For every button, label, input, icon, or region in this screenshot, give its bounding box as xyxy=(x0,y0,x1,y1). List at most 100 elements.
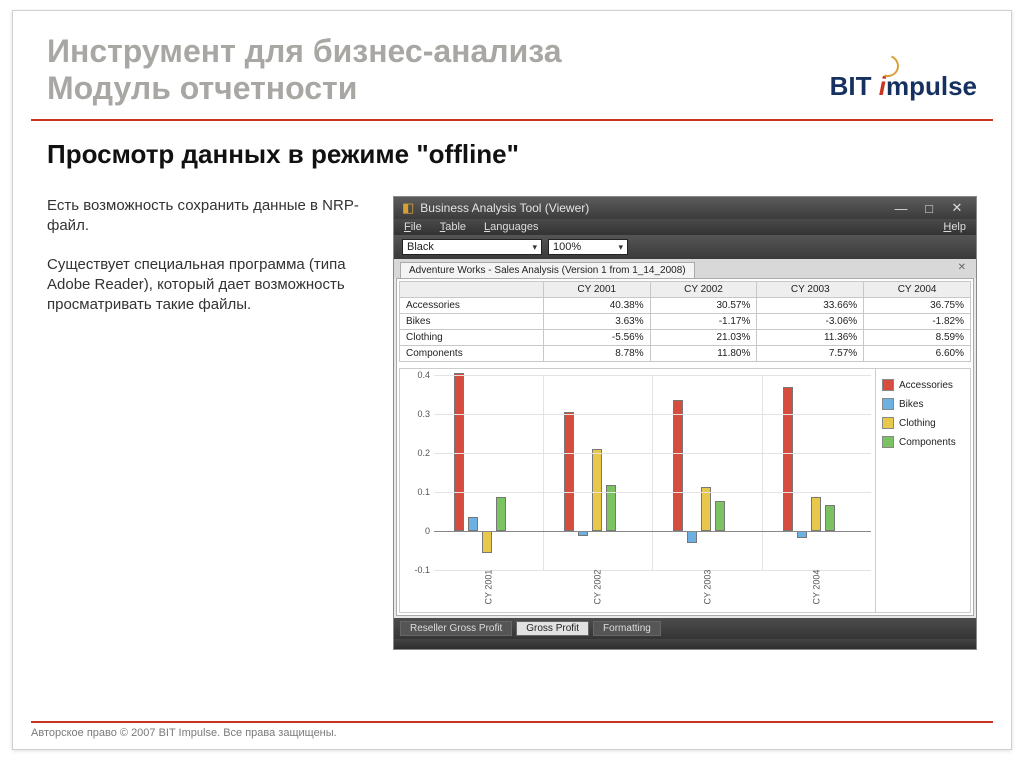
chevron-down-icon: ▾ xyxy=(532,242,537,253)
chart-container: -0.100.10.20.30.4 CY 2001CY 2002CY 2003C… xyxy=(399,368,971,613)
brand-logo: BIT impulse xyxy=(830,71,977,102)
table-cell: 7.57% xyxy=(757,346,864,362)
chart-bar xyxy=(496,497,506,531)
window-titlebar[interactable]: ◧ Business Analysis Tool (Viewer) — □ ✕ xyxy=(394,197,976,219)
copyright-text: Авторское право © 2007 BIT Impulse. Все … xyxy=(31,727,337,739)
table-cell: -3.06% xyxy=(757,314,864,330)
y-tick-label: 0.2 xyxy=(417,448,430,458)
menu-file[interactable]: File xyxy=(404,221,422,233)
table-row[interactable]: Components8.78%11.80%7.57%6.60% xyxy=(400,346,971,362)
x-tick-label: CY 2004 xyxy=(762,570,871,610)
menu-help[interactable]: Help xyxy=(943,221,966,233)
minimize-button[interactable]: — xyxy=(890,201,912,216)
logo-bit: BIT xyxy=(830,71,872,101)
chart-bar xyxy=(797,531,807,538)
table-cell: -1.82% xyxy=(864,314,971,330)
document-tab[interactable]: Adventure Works - Sales Analysis (Versio… xyxy=(400,262,695,278)
table-row[interactable]: Clothing-5.56%21.03%11.36%8.59% xyxy=(400,330,971,346)
chart-bar xyxy=(482,531,492,553)
legend-swatch xyxy=(882,398,894,410)
paragraph-1: Есть возможность сохранить данные в NRP-… xyxy=(47,196,377,237)
toolbar: Black ▾ 100% ▾ xyxy=(394,235,976,259)
chart-y-axis: -0.100.10.20.30.4 xyxy=(404,375,430,570)
chart-bar xyxy=(811,497,821,531)
slide-frame: Инструмент для бизнес-анализа Модуль отч… xyxy=(12,10,1012,750)
paragraph-2: Существует специальная программа (типа A… xyxy=(47,255,377,316)
chart-bar xyxy=(715,501,725,531)
menu-bar: File Table Languages Help xyxy=(394,219,976,235)
table-header[interactable]: CY 2001 xyxy=(543,282,650,298)
table-cell: 36.75% xyxy=(864,298,971,314)
y-tick-label: 0.4 xyxy=(417,370,430,380)
table-header[interactable]: CY 2003 xyxy=(757,282,864,298)
chart-plot: -0.100.10.20.30.4 xyxy=(434,375,871,570)
table-cell: 3.63% xyxy=(543,314,650,330)
legend-label: Bikes xyxy=(899,399,923,410)
table-cell: 33.66% xyxy=(757,298,864,314)
tab-close-icon[interactable]: ✕ xyxy=(958,262,966,273)
chart-bar xyxy=(468,517,478,531)
table-row-label: Components xyxy=(400,346,544,362)
y-tick-label: 0.1 xyxy=(417,487,430,497)
bottom-tab-gross-profit[interactable]: Gross Profit xyxy=(516,621,589,636)
table-cell: 40.38% xyxy=(543,298,650,314)
legend-item: Clothing xyxy=(882,417,964,429)
chart-bar-group xyxy=(543,375,653,570)
chart-bar xyxy=(701,487,711,531)
chart-bar-group xyxy=(434,375,543,570)
chart-area: -0.100.10.20.30.4 CY 2001CY 2002CY 2003C… xyxy=(400,369,875,612)
document-tab-label: Adventure Works - Sales Analysis (Versio… xyxy=(409,265,686,276)
chart-bar xyxy=(687,531,697,543)
document-tab-strip: Adventure Works - Sales Analysis (Versio… xyxy=(394,259,976,278)
title-block: Инструмент для бизнес-анализа Модуль отч… xyxy=(13,11,1011,115)
x-tick-label: CY 2001 xyxy=(434,570,543,610)
legend-item: Bikes xyxy=(882,398,964,410)
table-row-label: Clothing xyxy=(400,330,544,346)
theme-select[interactable]: Black ▾ xyxy=(402,239,542,255)
legend-label: Clothing xyxy=(899,418,936,429)
zoom-select[interactable]: 100% ▾ xyxy=(548,239,628,255)
app-icon: ◧ xyxy=(402,200,414,216)
table-header[interactable] xyxy=(400,282,544,298)
menu-table[interactable]: Table xyxy=(440,221,466,233)
chart-bar xyxy=(673,400,683,531)
table-header[interactable]: CY 2004 xyxy=(864,282,971,298)
table-cell: -5.56% xyxy=(543,330,650,346)
y-tick-label: -0.1 xyxy=(414,565,430,575)
legend-label: Accessories xyxy=(899,380,953,391)
legend-swatch xyxy=(882,379,894,391)
content-area: Есть возможность сохранить данные в NRP-… xyxy=(13,176,1011,650)
bottom-tab-strip: Reseller Gross Profit Gross Profit Forma… xyxy=(394,618,976,639)
chart-bar xyxy=(783,387,793,531)
menu-languages[interactable]: Languages xyxy=(484,221,538,233)
table-cell: 21.03% xyxy=(650,330,757,346)
table-header[interactable]: CY 2002 xyxy=(650,282,757,298)
legend-item: Accessories xyxy=(882,379,964,391)
table-row[interactable]: Bikes3.63%-1.17%-3.06%-1.82% xyxy=(400,314,971,330)
document-body: CY 2001CY 2002CY 2003CY 2004 Accessories… xyxy=(396,278,974,616)
window-title: Business Analysis Tool (Viewer) xyxy=(420,201,589,215)
maximize-button[interactable]: □ xyxy=(918,201,940,216)
theme-select-value: Black xyxy=(407,241,434,253)
table-cell: 6.60% xyxy=(864,346,971,362)
status-bar xyxy=(394,639,976,649)
chart-x-labels: CY 2001CY 2002CY 2003CY 2004 xyxy=(434,570,871,610)
chart-bar xyxy=(592,449,602,531)
bottom-tab-reseller[interactable]: Reseller Gross Profit xyxy=(400,621,512,636)
data-table: CY 2001CY 2002CY 2003CY 2004 Accessories… xyxy=(399,281,971,362)
chart-bar-groups xyxy=(434,375,871,570)
x-tick-label: CY 2002 xyxy=(543,570,652,610)
legend-swatch xyxy=(882,417,894,429)
table-row[interactable]: Accessories40.38%30.57%33.66%36.75% xyxy=(400,298,971,314)
close-button[interactable]: ✕ xyxy=(946,200,968,216)
logo-mpulse: mpulse xyxy=(886,71,977,101)
y-tick-label: 0.3 xyxy=(417,409,430,419)
table-cell: 11.80% xyxy=(650,346,757,362)
bottom-tab-formatting[interactable]: Formatting xyxy=(593,621,661,636)
chevron-down-icon: ▾ xyxy=(618,242,623,253)
table-cell: -1.17% xyxy=(650,314,757,330)
slide-subtitle: Просмотр данных в режиме "offline" xyxy=(13,121,1011,176)
table-cell: 8.78% xyxy=(543,346,650,362)
chart-bar-group xyxy=(652,375,762,570)
chart-bar xyxy=(564,412,574,531)
